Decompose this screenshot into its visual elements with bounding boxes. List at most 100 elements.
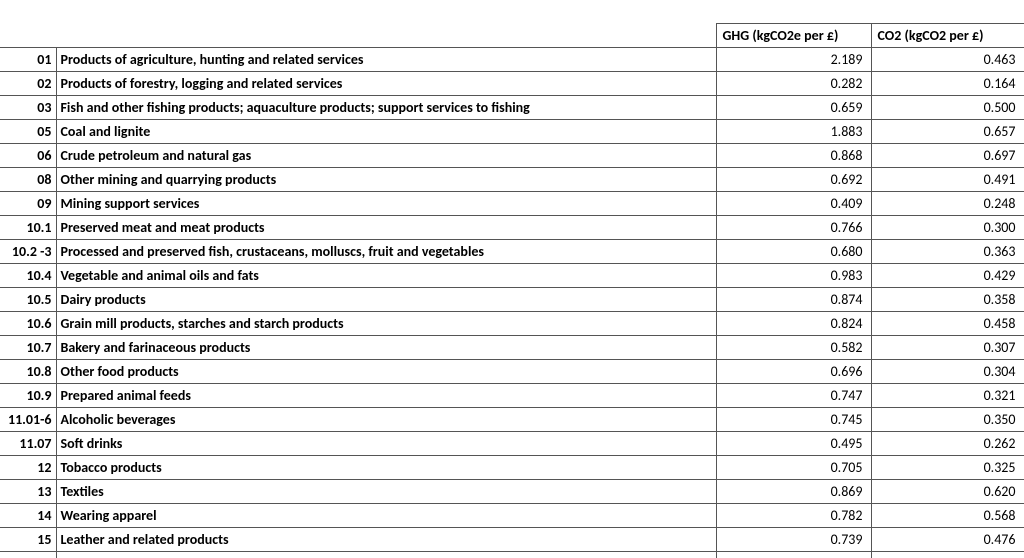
row-code[interactable]: 09 xyxy=(0,192,56,216)
table-row: 14Wearing apparel0.7820.568 xyxy=(0,504,1024,528)
table-row: 09Mining support services0.4090.248 xyxy=(0,192,1024,216)
row-code[interactable]: 11.01-6 xyxy=(0,408,56,432)
row-desc[interactable]: Vegetable and animal oils and fats xyxy=(56,264,716,288)
row-co2[interactable]: 0.363 xyxy=(871,240,1024,264)
header-ghg[interactable]: GHG (kgCO2e per £) xyxy=(716,24,871,48)
row-code[interactable]: 12 xyxy=(0,456,56,480)
row-co2[interactable]: 0.164 xyxy=(871,72,1024,96)
header-blank-desc xyxy=(56,24,716,48)
row-ghg[interactable]: 0.495 xyxy=(716,432,871,456)
row-co2[interactable]: 0.248 xyxy=(871,192,1024,216)
row-co2[interactable]: 0.325 xyxy=(871,456,1024,480)
row-ghg[interactable]: 2.189 xyxy=(716,48,871,72)
row-desc[interactable]: Textiles xyxy=(56,480,716,504)
row-ghg[interactable]: 0.868 xyxy=(716,144,871,168)
row-ghg[interactable]: 0.409 xyxy=(716,192,871,216)
row-co2[interactable]: 0.442 xyxy=(871,552,1024,558)
row-desc[interactable]: Alcoholic beverages xyxy=(56,408,716,432)
row-code[interactable]: 10.7 xyxy=(0,336,56,360)
row-desc[interactable]: Crude petroleum and natural gas xyxy=(56,144,716,168)
row-co2[interactable]: 0.307 xyxy=(871,336,1024,360)
row-co2[interactable]: 0.500 xyxy=(871,96,1024,120)
row-ghg[interactable]: 0.692 xyxy=(716,168,871,192)
header-co2[interactable]: CO2 (kgCO2 per £) xyxy=(871,24,1024,48)
row-ghg[interactable]: 0.782 xyxy=(716,504,871,528)
row-desc[interactable]: Grain mill products, starches and starch… xyxy=(56,312,716,336)
row-co2[interactable]: 0.304 xyxy=(871,360,1024,384)
row-ghg[interactable]: 0.983 xyxy=(716,264,871,288)
row-ghg[interactable]: 1.883 xyxy=(716,120,871,144)
row-code[interactable]: 13 xyxy=(0,480,56,504)
table-row: 02Products of forestry, logging and rela… xyxy=(0,72,1024,96)
row-co2[interactable]: 0.568 xyxy=(871,504,1024,528)
row-code[interactable]: 10.1 xyxy=(0,216,56,240)
row-ghg[interactable]: 0.705 xyxy=(716,456,871,480)
row-code[interactable]: 15 xyxy=(0,528,56,552)
blank-row xyxy=(0,0,1024,24)
row-co2[interactable]: 0.620 xyxy=(871,480,1024,504)
row-desc[interactable]: Wearing apparel xyxy=(56,504,716,528)
row-co2[interactable]: 0.463 xyxy=(871,48,1024,72)
row-desc[interactable]: Other mining and quarrying products xyxy=(56,168,716,192)
row-co2[interactable]: 0.300 xyxy=(871,216,1024,240)
table-row: 10.8Other food products0.6960.304 xyxy=(0,360,1024,384)
row-code[interactable]: 14 xyxy=(0,504,56,528)
row-ghg[interactable]: 0.747 xyxy=(716,384,871,408)
row-ghg[interactable]: 0.739 xyxy=(716,528,871,552)
row-co2[interactable]: 0.458 xyxy=(871,312,1024,336)
row-co2[interactable]: 0.358 xyxy=(871,288,1024,312)
row-code[interactable]: 10.6 xyxy=(0,312,56,336)
row-code[interactable]: 02 xyxy=(0,72,56,96)
row-ghg[interactable]: 0.745 xyxy=(716,408,871,432)
row-code[interactable]: 05 xyxy=(0,120,56,144)
table-row: 01Products of agriculture, hunting and r… xyxy=(0,48,1024,72)
row-desc[interactable]: Leather and related products xyxy=(56,528,716,552)
row-ghg[interactable]: 0.680 xyxy=(716,240,871,264)
row-co2[interactable]: 0.491 xyxy=(871,168,1024,192)
row-desc[interactable]: Dairy products xyxy=(56,288,716,312)
row-co2[interactable]: 0.476 xyxy=(871,528,1024,552)
row-desc[interactable]: Coal and lignite xyxy=(56,120,716,144)
row-desc[interactable]: Prepared animal feeds xyxy=(56,384,716,408)
row-desc[interactable]: Products of agriculture, hunting and rel… xyxy=(56,48,716,72)
header-blank-code xyxy=(0,24,56,48)
row-ghg[interactable]: 0.766 xyxy=(716,216,871,240)
row-desc[interactable]: Products of forestry, logging and relate… xyxy=(56,72,716,96)
row-co2[interactable]: 0.321 xyxy=(871,384,1024,408)
row-desc[interactable]: Tobacco products xyxy=(56,456,716,480)
row-desc[interactable]: Preserved meat and meat products xyxy=(56,216,716,240)
row-ghg[interactable]: 0.696 xyxy=(716,360,871,384)
row-ghg[interactable]: 0.659 xyxy=(716,96,871,120)
row-code[interactable]: 10.2 -3 xyxy=(0,240,56,264)
row-code[interactable]: 10.9 xyxy=(0,384,56,408)
row-code[interactable]: 10.4 xyxy=(0,264,56,288)
table-header-row: GHG (kgCO2e per £)CO2 (kgCO2 per £) xyxy=(0,24,1024,48)
row-code[interactable]: 11.07 xyxy=(0,432,56,456)
row-desc[interactable]: Wood and of products of wood and cork, e… xyxy=(56,552,716,558)
row-ghg[interactable]: 0.553 xyxy=(716,552,871,558)
row-desc[interactable]: Mining support services xyxy=(56,192,716,216)
row-desc[interactable]: Fish and other fishing products; aquacul… xyxy=(56,96,716,120)
table-row: 08Other mining and quarrying products0.6… xyxy=(0,168,1024,192)
row-desc[interactable]: Other food products xyxy=(56,360,716,384)
row-code[interactable]: 10.8 xyxy=(0,360,56,384)
row-desc[interactable]: Processed and preserved fish, crustacean… xyxy=(56,240,716,264)
row-ghg[interactable]: 0.824 xyxy=(716,312,871,336)
row-co2[interactable]: 0.262 xyxy=(871,432,1024,456)
row-desc[interactable]: Soft drinks xyxy=(56,432,716,456)
row-desc[interactable]: Bakery and farinaceous products xyxy=(56,336,716,360)
row-co2[interactable]: 0.657 xyxy=(871,120,1024,144)
row-ghg[interactable]: 0.869 xyxy=(716,480,871,504)
row-ghg[interactable]: 0.582 xyxy=(716,336,871,360)
row-code[interactable]: 10.5 xyxy=(0,288,56,312)
row-co2[interactable]: 0.350 xyxy=(871,408,1024,432)
row-code[interactable]: 01 xyxy=(0,48,56,72)
row-code[interactable]: 16 xyxy=(0,552,56,558)
row-code[interactable]: 06 xyxy=(0,144,56,168)
row-co2[interactable]: 0.697 xyxy=(871,144,1024,168)
row-ghg[interactable]: 0.874 xyxy=(716,288,871,312)
row-code[interactable]: 03 xyxy=(0,96,56,120)
row-co2[interactable]: 0.429 xyxy=(871,264,1024,288)
row-ghg[interactable]: 0.282 xyxy=(716,72,871,96)
row-code[interactable]: 08 xyxy=(0,168,56,192)
